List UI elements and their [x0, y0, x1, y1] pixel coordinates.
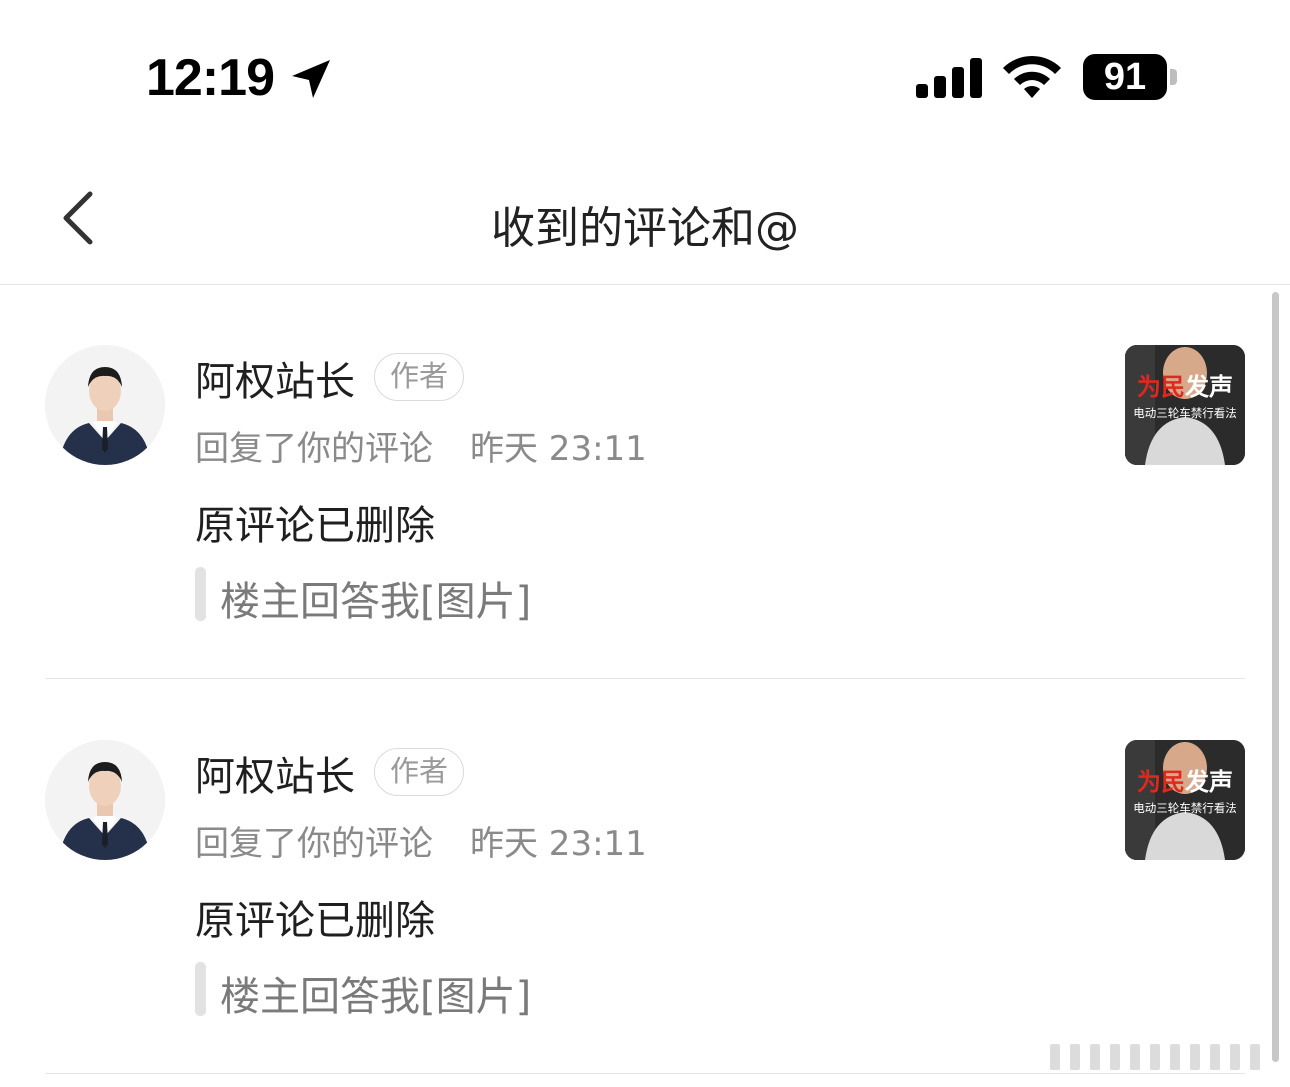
wifi-icon [1003, 55, 1061, 98]
reply-action: 回复了你的评论 [195, 824, 433, 864]
comment-body: 原评论已删除 [195, 898, 435, 944]
nav-bar: 收到的评论和@ [0, 150, 1290, 285]
reply-time: 昨天 23:11 [470, 824, 647, 864]
author-badge: 作者 [374, 353, 464, 401]
page-title: 收到的评论和@ [491, 203, 799, 254]
thumbnail-subtitle: 电动三轮车禁行看法 [1133, 406, 1237, 420]
comment-item[interactable]: 阿权站长 作者 回复了你的评论 昨天 23:11 原评论已删除 楼主回答我[图片… [0, 285, 1290, 679]
username[interactable]: 阿权站长 [195, 349, 355, 407]
quote-bar [195, 567, 206, 621]
avatar-image [45, 740, 165, 860]
quote-bar [195, 962, 206, 1016]
username[interactable]: 阿权站长 [195, 744, 355, 802]
avatar-image [45, 345, 165, 465]
comment-item[interactable]: 阿权站长 作者 回复了你的评论 昨天 23:11 原评论已删除 楼主回答我[图片… [0, 680, 1290, 1074]
battery-level: 91 [1103, 56, 1147, 98]
location-arrow-icon [292, 60, 330, 98]
video-thumbnail[interactable]: 为民发声 电动三轮车禁行看法 [1125, 740, 1245, 860]
status-bar: 12:19 91 [0, 0, 1290, 150]
quoted-comment[interactable]: 楼主回答我[图片] [220, 964, 531, 1022]
thumbnail-title: 为民发声 [1137, 768, 1233, 796]
reply-time: 昨天 23:11 [470, 429, 647, 469]
battery-icon: 91 [1083, 54, 1167, 100]
video-thumbnail[interactable]: 为民发声 电动三轮车禁行看法 [1125, 345, 1245, 465]
avatar[interactable] [45, 345, 165, 465]
author-badge: 作者 [374, 748, 464, 796]
avatar[interactable] [45, 740, 165, 860]
watermark-mark [1050, 1044, 1260, 1070]
divider [45, 678, 1245, 679]
quoted-comment[interactable]: 楼主回答我[图片] [220, 569, 531, 627]
thumbnail-subtitle: 电动三轮车禁行看法 [1133, 801, 1237, 815]
battery-cap [1170, 69, 1177, 85]
signal-icon [916, 58, 982, 98]
status-time: 12:19 [146, 49, 275, 107]
thumbnail-title: 为民发声 [1137, 373, 1233, 401]
comment-body: 原评论已删除 [195, 503, 435, 549]
scrollbar[interactable] [1272, 292, 1279, 1062]
reply-action: 回复了你的评论 [195, 429, 433, 469]
